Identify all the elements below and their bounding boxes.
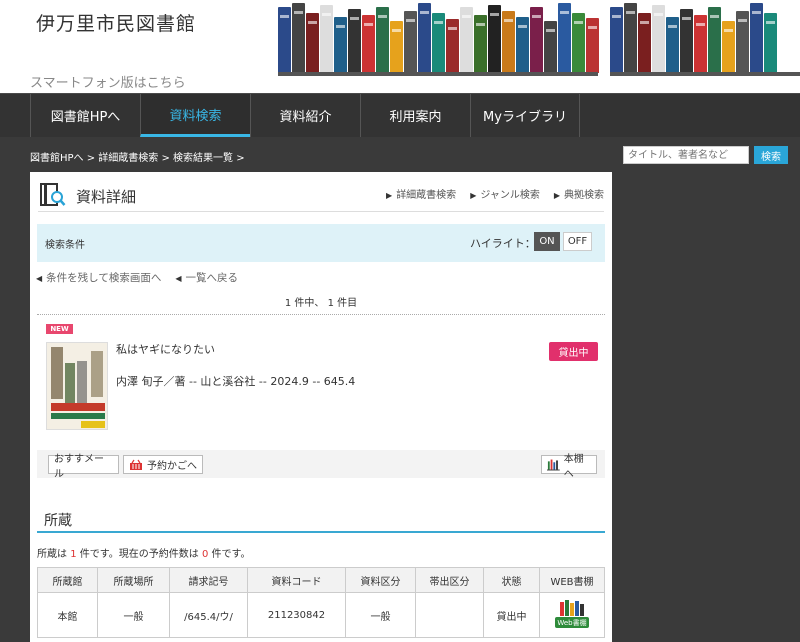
triangle-left-icon: ◀ <box>36 274 43 283</box>
site-header: 伊万里市民図書館 スマートフォン版はこちら <box>0 0 800 93</box>
cover-art <box>47 343 107 429</box>
shelf-board-right <box>610 72 800 76</box>
triangle-right-icon: ▶ <box>470 191 477 200</box>
add-to-shelf-label: 本棚へ <box>563 453 584 480</box>
bookshelf-illustration <box>278 3 599 73</box>
book-search-icon <box>40 183 66 206</box>
highlight-on-button[interactable]: ON <box>534 232 560 251</box>
action-bar: おすすメール 予約かごへ 本棚へ <box>37 450 605 480</box>
column-header: 請求記号 <box>169 567 248 593</box>
table-row: 本館 一般 /645.4/ウ/ 211230842 一般 貸出中 Web書棚 <box>37 592 605 638</box>
highlight-label: ハイライト： <box>470 237 536 250</box>
link-advanced-search-label: 詳細蔵書検索 <box>396 190 457 201</box>
search-condition-toggle[interactable]: 検索条件 <box>45 236 85 251</box>
search-button[interactable]: 検索 <box>754 146 788 164</box>
nav-my-library[interactable]: Myライブラリ <box>470 94 580 137</box>
back-links: ◀ 条件を残して検索画面へ ◀ 一覧へ戻る <box>36 270 238 285</box>
nav-material-intro[interactable]: 資料紹介 <box>250 94 360 137</box>
column-header: 資料コード <box>247 567 346 593</box>
triangle-right-icon: ▶ <box>386 191 393 200</box>
reserve-count: 0 <box>201 549 209 560</box>
book-title: 私はヤギになりたい <box>116 343 215 356</box>
column-header: 状態 <box>483 567 540 593</box>
search-condition-bar: 検索条件 ハイライト： ON OFF <box>37 224 605 262</box>
site-title[interactable]: 伊万里市民図書館 <box>36 9 196 36</box>
bookshelf-icon <box>547 459 560 470</box>
status-badge: 貸出中 <box>549 342 598 361</box>
column-header: 帯出区分 <box>415 567 484 593</box>
panel-header: 資料詳細 ▶ 詳細蔵書検索 ▶ ジャンル検索 ▶ 典拠検索 <box>38 180 604 212</box>
main-nav: 図書館HPへ 資料検索 資料紹介 利用案内 Myライブラリ <box>0 93 800 137</box>
triangle-right-icon: ▶ <box>553 191 560 200</box>
table-cell: 211230842 <box>247 592 346 638</box>
triangle-left-icon: ◀ <box>175 274 182 283</box>
shelf-board <box>278 72 598 76</box>
summary-suffix: 件です。 <box>211 549 251 560</box>
holdings-divider <box>37 531 605 533</box>
table-cell: 本館 <box>37 592 98 638</box>
basket-icon <box>130 459 142 470</box>
nav-material-search[interactable]: 資料検索 <box>140 94 250 137</box>
column-header: 所蔵場所 <box>97 567 170 593</box>
breadcrumb[interactable]: 図書館HPへ > 詳細蔵書検索 > 検索結果一覧 > <box>30 149 245 164</box>
column-header: 所蔵館 <box>37 567 98 593</box>
holdings-table: 所蔵館 所蔵場所 請求記号 資料コード 資料区分 帯出区分 状態 WEB書棚 本… <box>37 567 605 638</box>
new-badge: NEW <box>46 324 73 334</box>
result-count: 1 件中、 1 件目 <box>284 298 358 309</box>
column-header: WEB書棚 <box>539 567 605 593</box>
holdings-title: 所蔵 <box>44 513 72 529</box>
table-cell <box>415 592 484 638</box>
detail-panel: 資料詳細 ▶ 詳細蔵書検索 ▶ ジャンル検索 ▶ 典拠検索 検索条件 ハイライト： O… <box>30 172 612 642</box>
holding-count: 1 <box>70 549 77 560</box>
bookshelf-illustration-right <box>610 3 777 73</box>
summary-mid: 件です。現在の予約件数は <box>79 549 199 560</box>
summary-prefix: 所蔵は <box>37 549 67 560</box>
table-header-row: 所蔵館 所蔵場所 請求記号 資料コード 資料区分 帯出区分 状態 WEB書棚 <box>37 567 605 593</box>
back-to-list-link[interactable]: ◀ 一覧へ戻る <box>175 270 238 285</box>
reserve-cart-label: 予約かごへ <box>147 461 197 472</box>
web-shelf-icon[interactable]: Web書棚 <box>554 599 590 629</box>
column-header: 資料区分 <box>345 567 416 593</box>
web-shelf-cell: Web書棚 <box>539 592 605 638</box>
back-to-list-label: 一覧へ戻る <box>185 272 239 284</box>
link-genre-search-label: ジャンル検索 <box>480 190 540 201</box>
nav-library-home[interactable]: 図書館HPへ <box>30 94 140 137</box>
highlight-off-button[interactable]: OFF <box>563 232 592 251</box>
table-cell: 一般 <box>345 592 416 638</box>
web-shelf-label: Web書棚 <box>557 618 587 627</box>
add-to-shelf-button[interactable]: 本棚へ <box>541 454 597 480</box>
divider <box>37 314 605 315</box>
link-genre-search[interactable]: ▶ ジャンル検索 <box>470 186 540 201</box>
back-to-search-link[interactable]: ◀ 条件を残して検索画面へ <box>36 270 161 285</box>
smartphone-link[interactable]: スマートフォン版はこちら <box>30 72 186 91</box>
table-cell: 一般 <box>97 592 170 638</box>
holdings-summary: 所蔵は 1 件です。現在の予約件数は 0 件です。 <box>37 545 251 560</box>
page-title: 資料詳細 <box>76 188 137 206</box>
back-to-search-label: 条件を残して検索画面へ <box>46 272 162 284</box>
link-advanced-search[interactable]: ▶ 詳細蔵書検索 <box>386 186 456 201</box>
link-authority-search-label: 典拠検索 <box>564 190 604 201</box>
recommend-mail-button[interactable]: おすすメール <box>48 454 119 480</box>
table-cell: /645.4/ウ/ <box>169 592 248 638</box>
nav-usage-guide[interactable]: 利用案内 <box>360 94 470 137</box>
search-input[interactable] <box>623 146 749 164</box>
reserve-cart-button[interactable]: 予約かごへ <box>123 455 203 474</box>
book-cover-image[interactable] <box>46 342 108 430</box>
link-authority-search[interactable]: ▶ 典拠検索 <box>554 186 604 201</box>
search-type-links: ▶ 詳細蔵書検索 ▶ ジャンル検索 ▶ 典拠検索 <box>386 186 604 201</box>
table-cell: 貸出中 <box>483 592 540 638</box>
book-meta: 内澤 旬子／著 -- 山と溪谷社 -- 2024.9 -- 645.4 <box>116 375 356 388</box>
